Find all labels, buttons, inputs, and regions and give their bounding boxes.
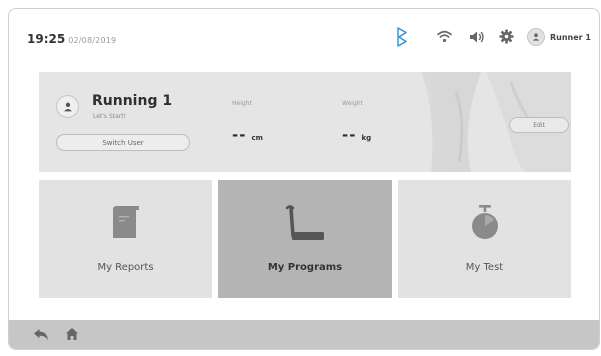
height-value: --	[232, 126, 247, 144]
back-icon[interactable]	[33, 328, 49, 342]
treadmill-icon	[285, 205, 324, 240]
user-avatar-icon	[527, 28, 545, 46]
my-reports-label: My Reports	[97, 262, 154, 273]
profile-panel: Running 1 Let's Start! Switch User Heigh…	[39, 72, 571, 172]
console-screen: 19:25 02/08/2019 Runner 1 Running 1 Let'…	[8, 8, 600, 350]
profile-subtitle: Let's Start!	[93, 113, 127, 120]
my-test-label: My Test	[465, 262, 504, 273]
weight-readout: -- kg	[342, 126, 371, 144]
status-bar: 19:25 02/08/2019 Runner 1	[9, 9, 599, 65]
edit-profile-button[interactable]: Edit	[509, 117, 569, 133]
weight-value: --	[342, 126, 357, 144]
gear-icon[interactable]	[499, 29, 514, 44]
weight-label: Weight	[342, 100, 363, 107]
my-programs-tile[interactable]: My Programs	[218, 180, 392, 298]
home-icon[interactable]	[65, 327, 79, 341]
my-reports-tile[interactable]: My Reports	[39, 180, 212, 298]
wifi-icon[interactable]	[437, 30, 452, 43]
my-test-tile[interactable]: My Test	[398, 180, 571, 298]
time-text: 19:25	[27, 32, 66, 46]
height-label: Height	[232, 100, 252, 107]
volume-icon[interactable]	[469, 30, 485, 44]
stopwatch-icon	[471, 205, 498, 239]
height-readout: -- cm	[232, 126, 263, 144]
current-user-button[interactable]: Runner 1	[527, 27, 591, 47]
switch-user-button[interactable]: Switch User	[56, 134, 190, 151]
bluetooth-icon[interactable]	[395, 26, 411, 48]
weight-unit: kg	[361, 134, 372, 142]
height-unit: cm	[251, 134, 263, 142]
my-programs-label: My Programs	[267, 262, 343, 273]
profile-name: Running 1	[92, 93, 173, 109]
clock: 19:25 02/08/2019	[27, 32, 116, 46]
profile-avatar-icon	[56, 95, 79, 118]
date-text: 02/08/2019	[68, 36, 117, 45]
bottom-nav-bar	[9, 320, 599, 349]
document-icon	[112, 206, 139, 238]
current-user-name: Runner 1	[550, 32, 591, 42]
